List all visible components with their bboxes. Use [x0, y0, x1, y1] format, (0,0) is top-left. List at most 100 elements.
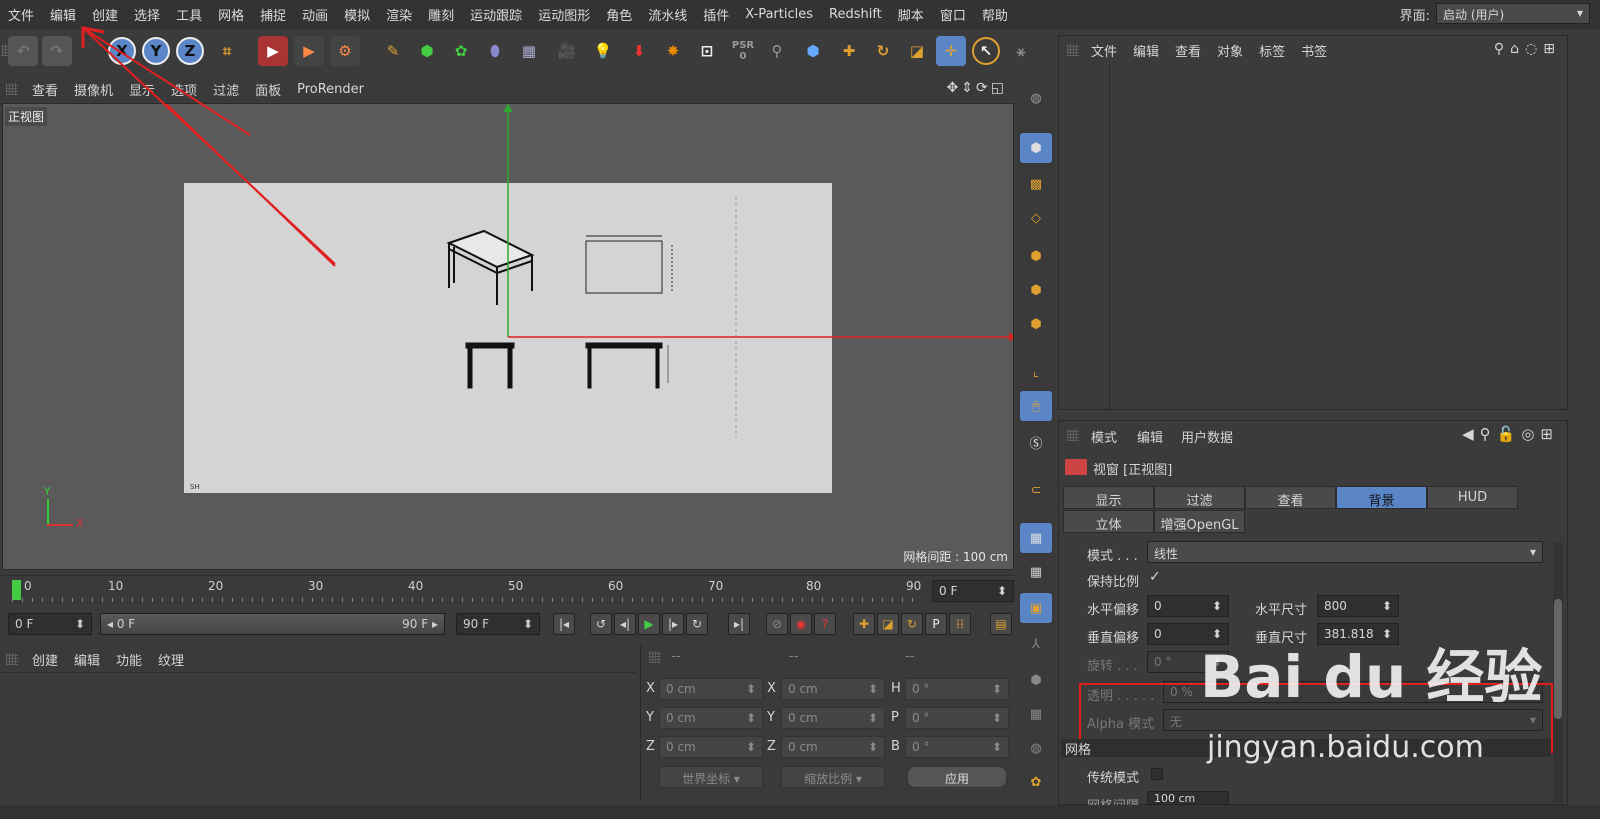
- camera-button[interactable]: 🎥: [552, 36, 582, 66]
- frame-range-slider[interactable]: ◂ 0 F 90 F ▸: [100, 613, 445, 635]
- previous-key-button[interactable]: ↺: [590, 613, 612, 635]
- previous-frame-button[interactable]: ◂|: [614, 613, 636, 635]
- end-frame-field[interactable]: 90 F ⬍: [456, 613, 540, 635]
- object-menu-tags[interactable]: 标签: [1251, 41, 1293, 60]
- menu-mesh[interactable]: 网格: [210, 5, 252, 24]
- live-selection-button[interactable]: ✎: [378, 36, 408, 66]
- points-mode-button[interactable]: ⬢: [1020, 241, 1052, 271]
- play-button[interactable]: ▶: [638, 613, 660, 635]
- selection-cursor-button[interactable]: ↖: [972, 37, 1000, 65]
- workplane-mode-button[interactable]: ◇: [1020, 203, 1052, 233]
- start-frame-field[interactable]: 0 F ⬍: [8, 613, 92, 635]
- menu-file[interactable]: 文件: [0, 5, 42, 24]
- menu-sculpt[interactable]: 雕刻: [420, 5, 462, 24]
- material-menu-create[interactable]: 创建: [24, 650, 66, 669]
- viewport-menu-options[interactable]: 选项: [163, 80, 205, 99]
- object-menu-objects[interactable]: 对象: [1209, 41, 1251, 60]
- tab-background[interactable]: 背景: [1336, 486, 1427, 509]
- undo-button[interactable]: ↶: [8, 36, 38, 66]
- edges-mode-button[interactable]: ⬢: [1020, 275, 1052, 305]
- sphere-tool-button[interactable]: ◍: [1020, 733, 1052, 763]
- menu-xparticles[interactable]: X-Particles: [737, 7, 821, 22]
- rot-b-field[interactable]: 0 ° ⬍: [905, 736, 1009, 758]
- legacy-mode-checkbox[interactable]: [1151, 768, 1163, 780]
- tab-enhanced-opengl[interactable]: 增强OpenGL: [1154, 510, 1245, 533]
- menu-snap[interactable]: 捕捉: [252, 5, 294, 24]
- effector-button[interactable]: ✸: [658, 36, 688, 66]
- viewport[interactable]: 正视图 SH Y X 网格间距: 100 cm: [2, 103, 1014, 570]
- joint-tool-button[interactable]: ⅄: [1020, 629, 1052, 659]
- size-y-field[interactable]: 0 cm ⬍: [781, 707, 885, 729]
- tab-view[interactable]: 查看: [1245, 486, 1336, 509]
- tab-display[interactable]: 显示: [1063, 486, 1154, 509]
- lock-z-button[interactable]: Z: [176, 37, 204, 65]
- menu-mograph[interactable]: 运动图形: [530, 5, 598, 24]
- texture-mode-button[interactable]: ▩: [1020, 169, 1052, 199]
- attr-menu-edit[interactable]: 编辑: [1137, 427, 1163, 446]
- lock-y-button[interactable]: Y: [142, 37, 170, 65]
- floor-button[interactable]: ▦: [514, 36, 544, 66]
- autokey-button[interactable]: ◉: [790, 613, 812, 635]
- size-z-field[interactable]: 0 cm ⬍: [781, 736, 885, 758]
- mode-select[interactable]: 线性 ▾: [1147, 541, 1543, 563]
- viewport-settings-button[interactable]: ▣: [1020, 593, 1052, 623]
- keep-ratio-checkbox[interactable]: ✓: [1149, 569, 1161, 585]
- snap-button[interactable]: ⚲: [762, 36, 792, 66]
- attr-scrollbar[interactable]: [1553, 543, 1563, 803]
- pos-x-field[interactable]: 0 cm ⬍: [659, 678, 763, 700]
- menu-edit[interactable]: 编辑: [42, 5, 84, 24]
- move-button[interactable]: ✚: [834, 36, 864, 66]
- menu-simulate[interactable]: 模拟: [336, 5, 378, 24]
- menu-help[interactable]: 帮助: [974, 5, 1016, 24]
- cube-object-button[interactable]: ⬢: [798, 36, 828, 66]
- workplane-lock-button[interactable]: ▦: [1020, 523, 1052, 553]
- render-view-button[interactable]: ▶: [258, 36, 288, 66]
- coordinate-system-button[interactable]: ⌗: [212, 36, 242, 66]
- tag-button[interactable]: ⊡: [692, 36, 722, 66]
- size-x-field[interactable]: 0 cm ⬍: [781, 678, 885, 700]
- h-offset-field[interactable]: 0 ⬍: [1147, 595, 1229, 617]
- move-tool-active-button[interactable]: ✛: [936, 36, 966, 66]
- object-menu-file[interactable]: 文件: [1083, 41, 1125, 60]
- spline-button[interactable]: ⬮: [480, 36, 510, 66]
- key-scale-button[interactable]: ◪: [877, 613, 899, 635]
- attr-menu-mode[interactable]: 模式: [1091, 427, 1117, 446]
- material-menu-texture[interactable]: 纹理: [150, 650, 192, 669]
- material-menu-function[interactable]: 功能: [108, 650, 150, 669]
- menu-pipeline[interactable]: 流水线: [640, 5, 695, 24]
- timeline-window-button[interactable]: ▤: [990, 613, 1012, 635]
- snap-magnet-button[interactable]: ⊂: [1020, 475, 1052, 505]
- timeline[interactable]: 0 10 20 30 40 50 60 70 80 90 0 F ⬍: [0, 575, 1015, 605]
- material-menu-edit[interactable]: 编辑: [66, 650, 108, 669]
- model-mode-button[interactable]: ⬢: [1020, 133, 1052, 163]
- viewport-menu-camera[interactable]: 摄像机: [66, 80, 121, 99]
- key-help-button[interactable]: ?: [814, 613, 836, 635]
- render-picture-viewer-button[interactable]: ▶: [294, 36, 324, 66]
- menu-create[interactable]: 创建: [84, 5, 126, 24]
- viewport-solo-icon[interactable]: ◍: [1020, 83, 1052, 113]
- render-region-button[interactable]: ✿: [1020, 767, 1052, 797]
- lock-x-button[interactable]: X: [108, 37, 136, 65]
- axis-mode-button[interactable]: ⌞: [1020, 357, 1052, 387]
- h-size-field[interactable]: 800 ⬍: [1317, 595, 1399, 617]
- viewport-nav-icons[interactable]: ✥⇕⟳◱: [947, 80, 1007, 96]
- material-manager-area[interactable]: [0, 672, 636, 802]
- world-coordinates-select[interactable]: 世界坐标 ▾: [659, 766, 763, 788]
- redo-button[interactable]: ↷: [42, 36, 72, 66]
- tweak-mode-button[interactable]: 🖰: [1020, 391, 1052, 421]
- menu-select[interactable]: 选择: [126, 5, 168, 24]
- menu-character[interactable]: 角色: [598, 5, 640, 24]
- attr-scrollbar-thumb[interactable]: [1554, 599, 1562, 719]
- rot-p-field[interactable]: 0 ° ⬍: [905, 707, 1009, 729]
- menu-tools[interactable]: 工具: [168, 5, 210, 24]
- layout-select[interactable]: 启动 (用户) ▾: [1436, 3, 1590, 24]
- deformer-button[interactable]: ⬇: [624, 36, 654, 66]
- viewport-menu-view[interactable]: 查看: [24, 80, 66, 99]
- render-settings-button[interactable]: ⚙: [330, 36, 360, 66]
- key-rotation-button[interactable]: ↻: [901, 613, 923, 635]
- next-frame-button[interactable]: |▸: [662, 613, 684, 635]
- record-keys-button[interactable]: ⊘: [766, 613, 788, 635]
- psr-button[interactable]: PSR 0: [728, 36, 758, 66]
- menu-script[interactable]: 脚本: [890, 5, 932, 24]
- object-menu-edit[interactable]: 编辑: [1125, 41, 1167, 60]
